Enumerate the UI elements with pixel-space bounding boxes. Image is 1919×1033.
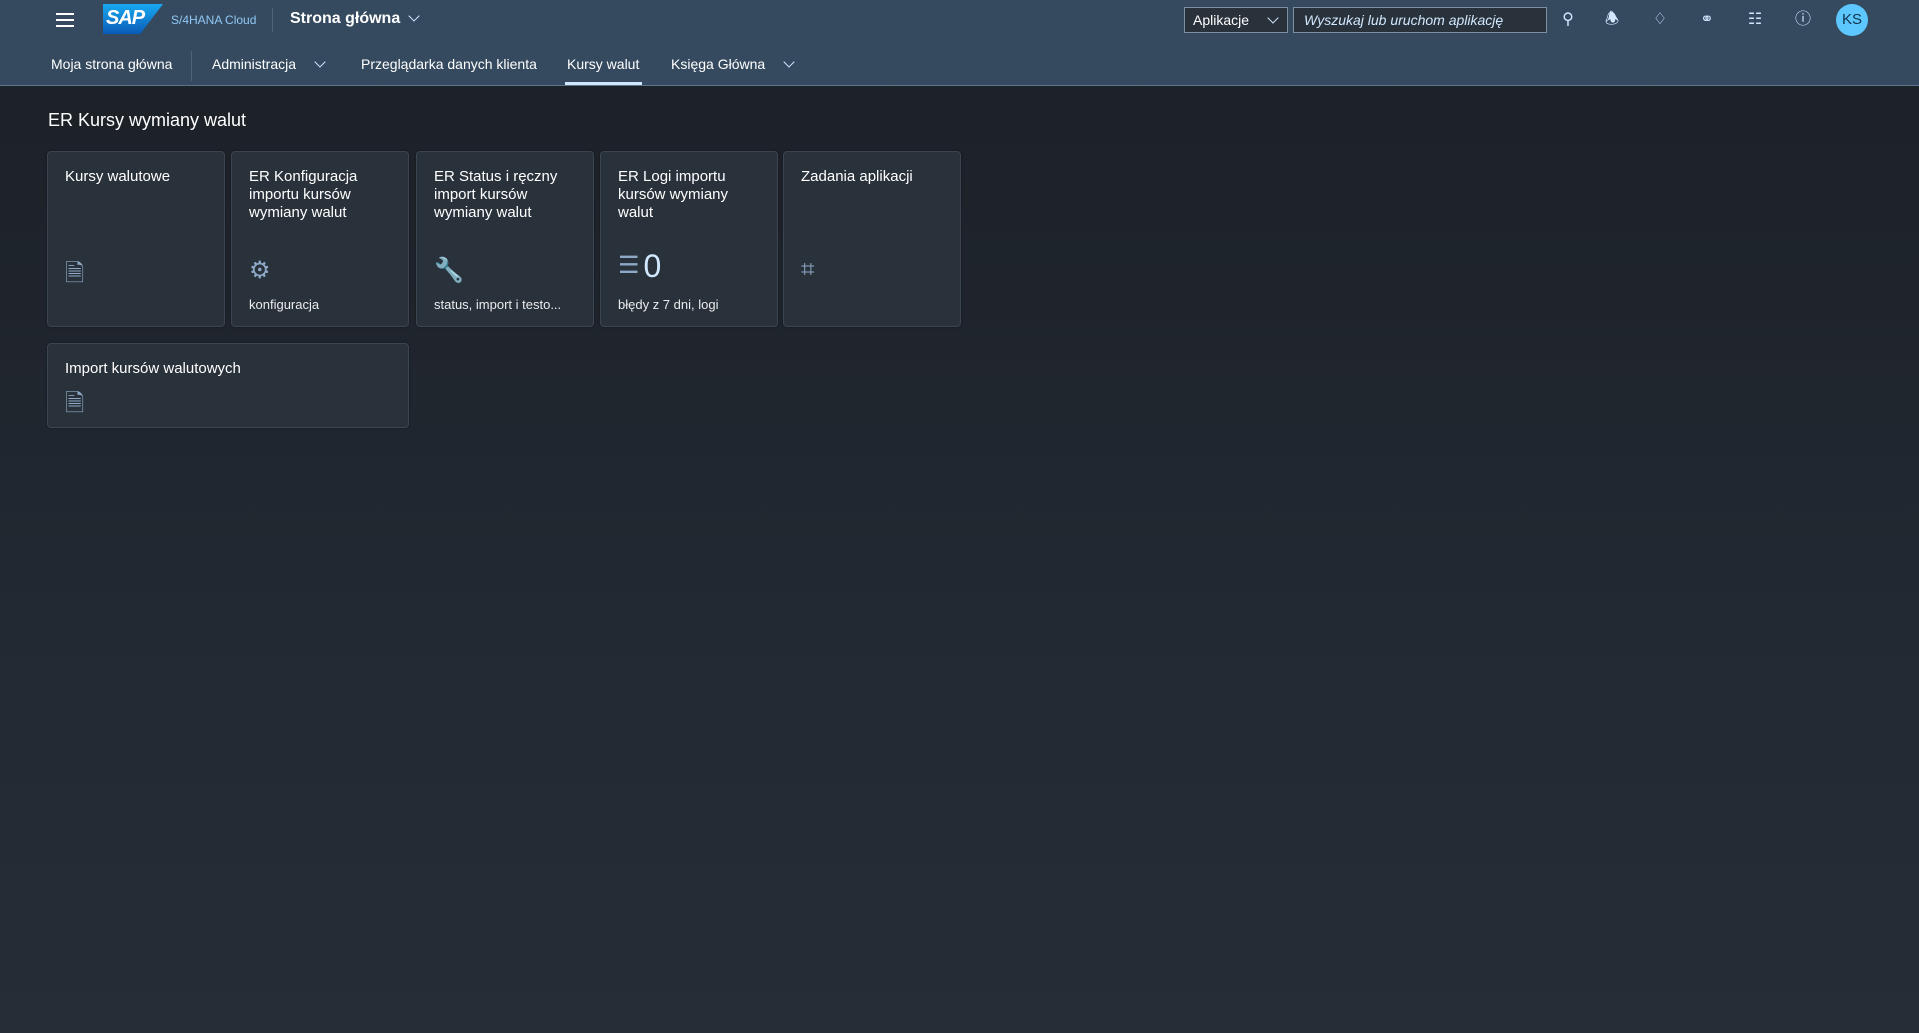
tile-er-status[interactable]: ER Status i ręczny import kursów wymiany…: [416, 151, 594, 327]
space-navigation: Moja strona główna Administracja Przeglą…: [0, 45, 1919, 86]
tile-er-logi[interactable]: ER Logi importu kursów wymiany walut ☰0 …: [600, 151, 778, 327]
chevron-down-icon: [784, 56, 795, 67]
page-title: Strona główna: [290, 10, 400, 27]
search-icon[interactable]: ⚲: [1558, 10, 1578, 30]
tile-er-konfiguracja[interactable]: ER Konfiguracja importu kursów wymiany w…: [231, 151, 409, 327]
chevron-down-icon: [1267, 12, 1278, 23]
divider: [272, 8, 273, 32]
tab-moja-strona-glowna[interactable]: Moja strona główna: [51, 56, 172, 72]
wrench-icon: 🔧: [434, 256, 464, 285]
tab-przegladarka-danych-klienta[interactable]: Przeglądarka danych klienta: [361, 56, 537, 72]
tile-title: ER Konfiguracja importu kursów wymiany w…: [249, 168, 396, 222]
page-title-menu[interactable]: Strona główna: [290, 10, 418, 28]
avatar[interactable]: KS: [1836, 4, 1868, 36]
feedback-icon[interactable]: ☷: [1745, 10, 1765, 30]
tile-kursy-walutowe[interactable]: Kursy walutowe 🗎: [47, 151, 225, 327]
tile-zadania-aplikacji[interactable]: Zadania aplikacji ⌗: [783, 151, 961, 327]
tile-subtitle: błędy z 7 dni, logi: [618, 297, 718, 312]
support-headset-icon[interactable]: ⚭: [1697, 10, 1717, 30]
active-tab-indicator: [565, 82, 642, 85]
search-input[interactable]: Wyszukaj lub uruchom aplikację: [1293, 7, 1547, 33]
checklist-icon: ☰: [618, 252, 640, 279]
scheduled-tasks-icon: ⌗: [801, 256, 815, 284]
tab-administracja[interactable]: Administracja: [212, 56, 324, 72]
tab-label: Księga Główna: [671, 56, 765, 72]
tile-kpi: ☰0: [618, 248, 661, 285]
divider: [191, 51, 192, 81]
menu-icon[interactable]: [56, 13, 74, 27]
help-icon[interactable]: ⓘ: [1793, 10, 1813, 30]
chevron-down-icon: [409, 10, 420, 21]
tab-label: Administracja: [212, 56, 296, 72]
tile-title: Kursy walutowe: [65, 168, 212, 186]
tile-subtitle: konfiguracja: [249, 297, 319, 312]
search-scope-select[interactable]: Aplikacje: [1184, 7, 1288, 33]
tile-import-kursow[interactable]: Import kursów walutowych 🗎: [47, 343, 409, 428]
currency-document-icon: 🗎: [65, 256, 84, 297]
tile-title: ER Status i ręczny import kursów wymiany…: [434, 168, 581, 222]
currency-import-icon: 🗎: [65, 386, 84, 427]
section-title: ER Kursy wymiany walut: [48, 110, 246, 131]
joule-diamond-icon[interactable]: ♢: [1650, 10, 1670, 30]
product-name: S/4HANA Cloud: [171, 13, 256, 27]
tile-title: Import kursów walutowych: [65, 360, 396, 378]
search-scope-value: Aplikacje: [1193, 12, 1249, 28]
chevron-down-icon: [314, 56, 325, 67]
tab-kursy-walut[interactable]: Kursy walut: [567, 56, 639, 72]
gear-icon: ⚙: [249, 256, 271, 285]
notification-bell-icon[interactable]: 🕭: [1602, 10, 1622, 30]
sap-logo[interactable]: SAP: [103, 4, 163, 34]
tile-subtitle: status, import i testo...: [434, 297, 561, 312]
tab-ksiega-glowna[interactable]: Księga Główna: [671, 56, 793, 72]
tile-title: Zadania aplikacji: [801, 168, 948, 186]
shell-bar: SAP S/4HANA Cloud Strona główna Aplikacj…: [0, 0, 1919, 45]
tile-title: ER Logi importu kursów wymiany walut: [618, 168, 765, 222]
kpi-value: 0: [644, 248, 662, 284]
